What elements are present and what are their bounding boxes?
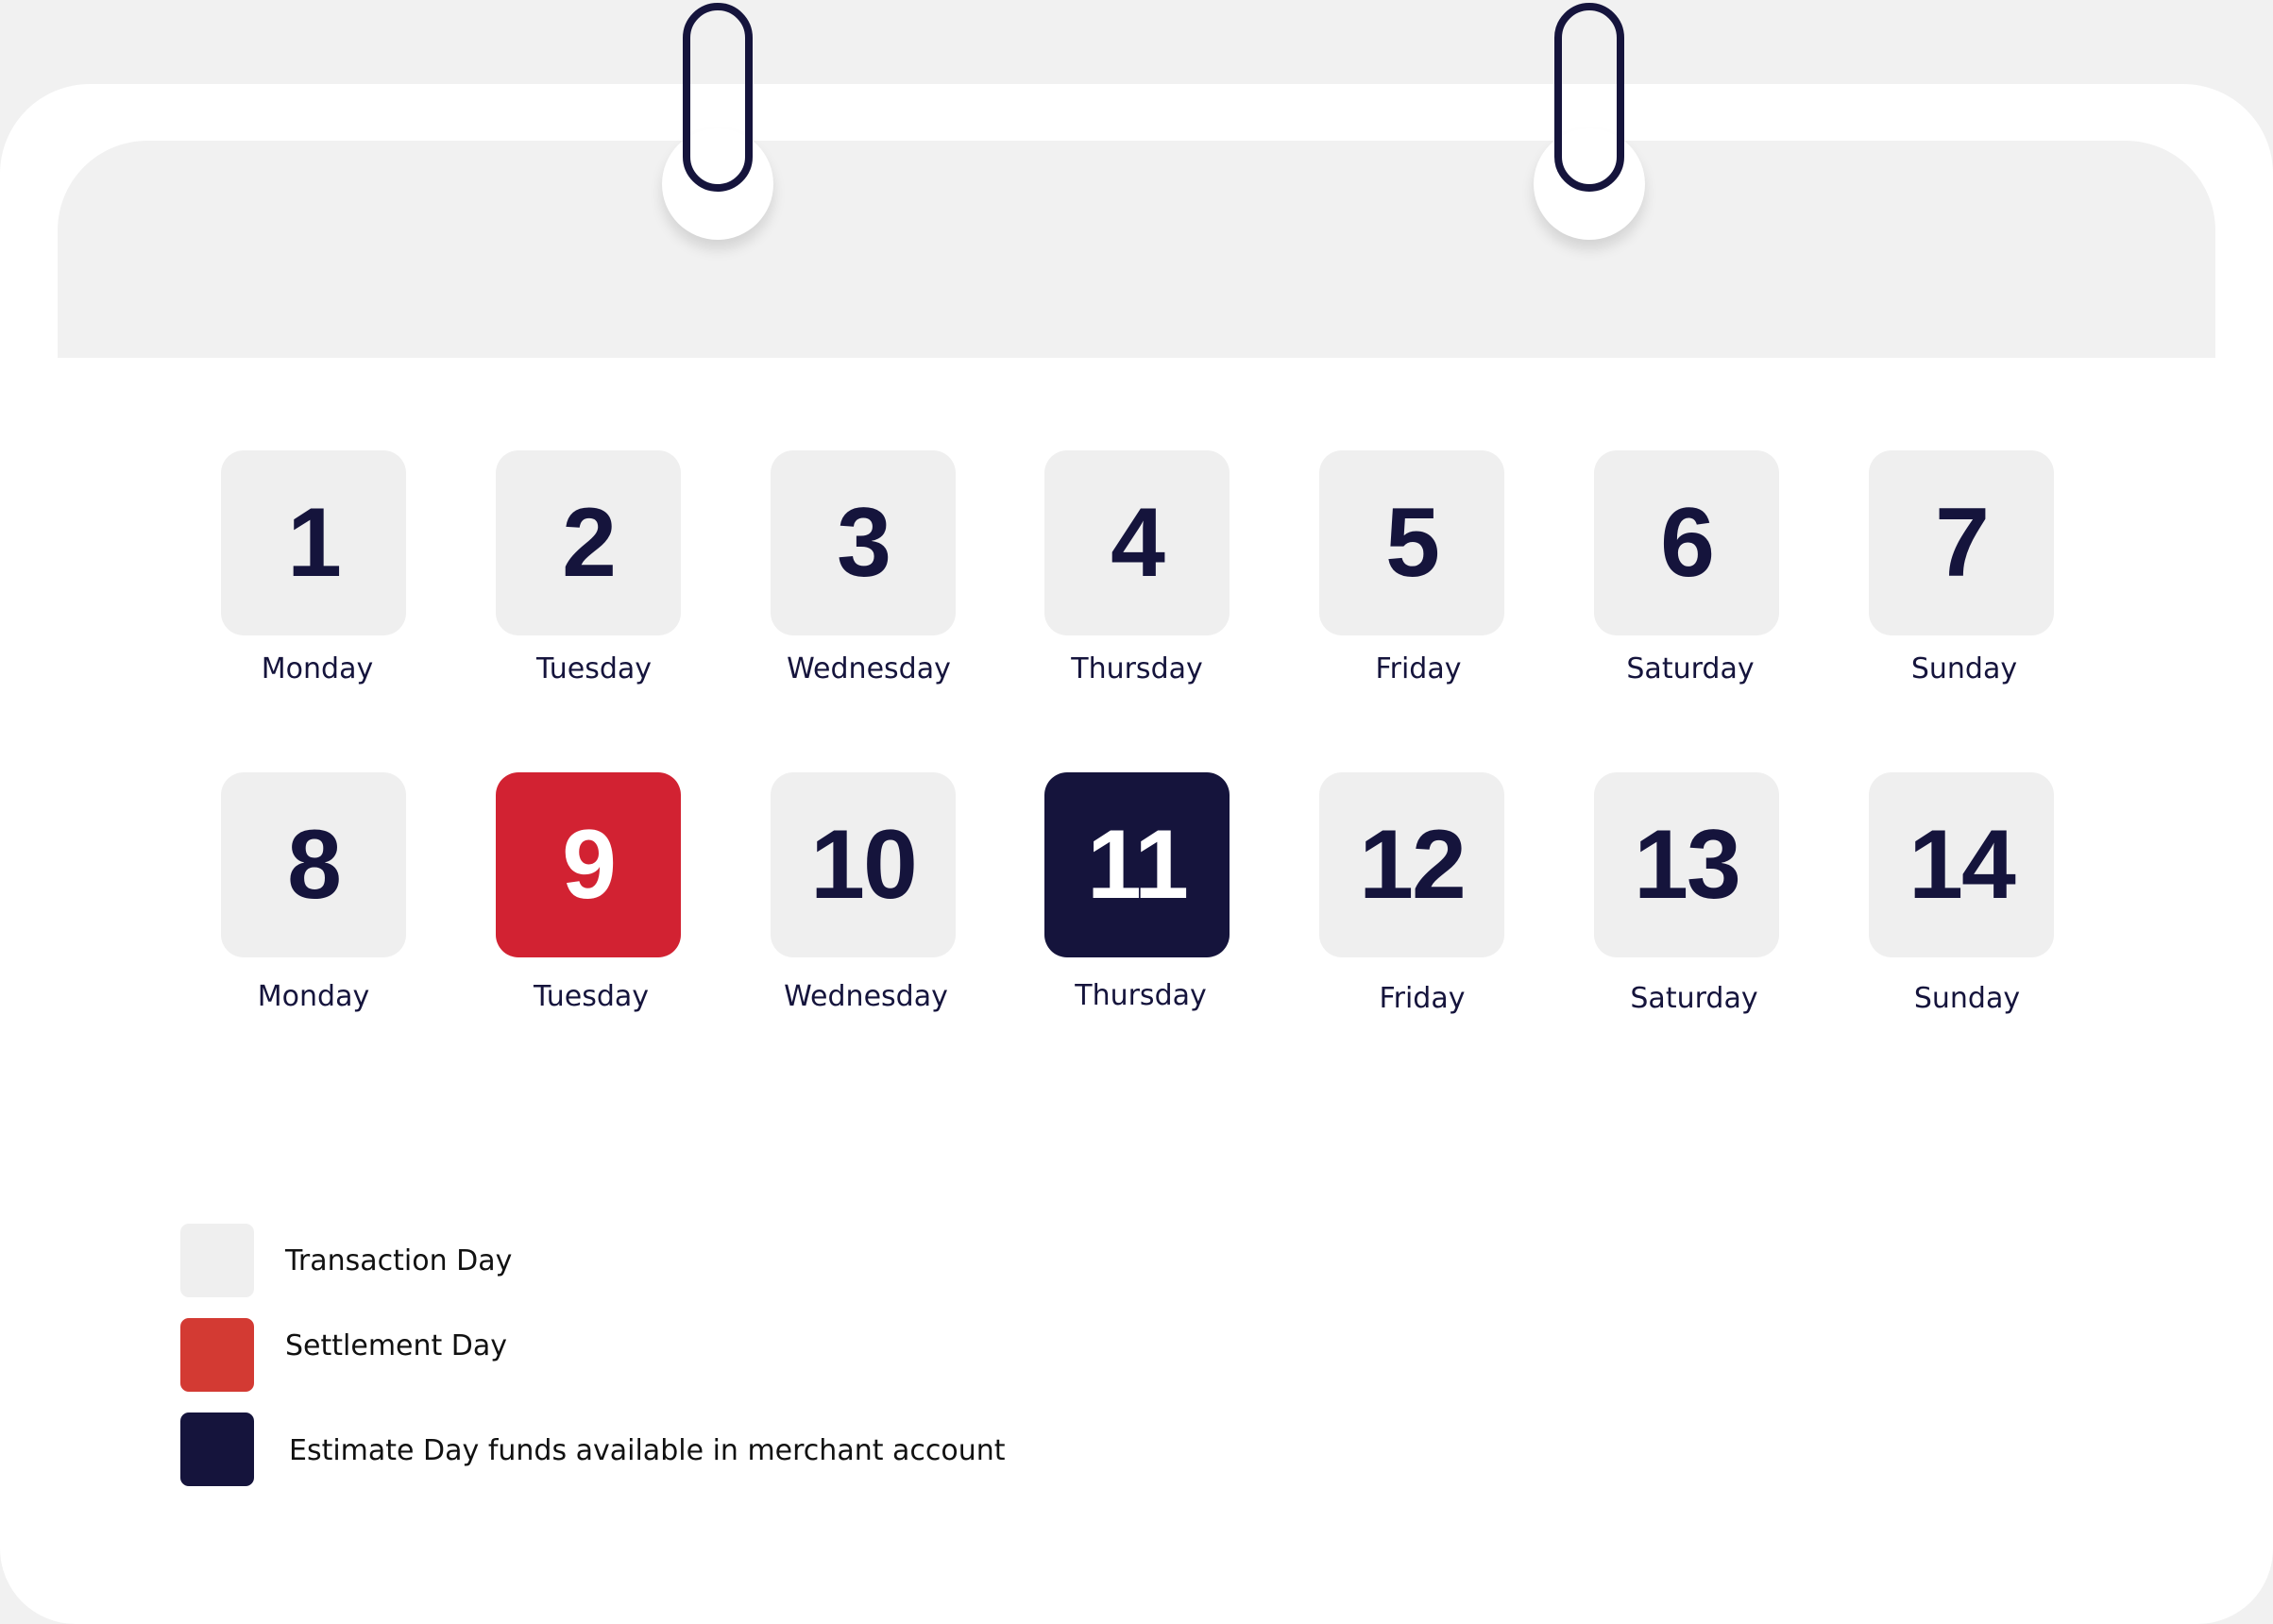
day-number: 8 <box>287 810 342 920</box>
day-label: Monday <box>257 980 370 1013</box>
day-label: Wednesday <box>784 980 948 1013</box>
day-label: Thursday <box>1071 652 1203 685</box>
day-number: 2 <box>562 488 617 598</box>
day-cell-12: 12 <box>1319 772 1504 957</box>
day-number: 4 <box>1111 488 1165 598</box>
day-cell-11: 11 <box>1044 772 1230 957</box>
legend-swatch-estimate <box>180 1413 254 1486</box>
legend-swatch-settlement <box>180 1318 254 1392</box>
day-label: Tuesday <box>535 652 653 685</box>
day-number: 7 <box>1935 488 1990 598</box>
day-number: 10 <box>810 810 918 920</box>
day-number: 13 <box>1634 810 1741 920</box>
day-label: Sunday <box>1910 652 2018 685</box>
day-cell-13: 13 <box>1594 772 1779 957</box>
day-cell-4: 4 <box>1044 450 1230 635</box>
day-number: 1 <box>287 488 342 598</box>
day-label: Thursday <box>1075 979 1207 1012</box>
legend-swatch-transaction <box>180 1224 254 1297</box>
day-cell-8: 8 <box>221 772 406 957</box>
calendar-header <box>58 141 2215 358</box>
day-cell-5: 5 <box>1319 450 1504 635</box>
day-cell-10: 10 <box>771 772 956 957</box>
day-number: 6 <box>1660 488 1715 598</box>
day-label: Tuesday <box>533 980 650 1013</box>
day-cell-6: 6 <box>1594 450 1779 635</box>
day-label: Saturday <box>1630 982 1758 1015</box>
day-cell-1: 1 <box>221 450 406 635</box>
legend-label-settlement: Settlement Day <box>285 1329 508 1362</box>
day-number: 12 <box>1359 810 1467 920</box>
day-label: Wednesday <box>787 652 951 685</box>
day-cell-7: 7 <box>1869 450 2054 635</box>
day-label: Sunday <box>1913 982 2021 1015</box>
day-cell-9: 9 <box>496 772 681 957</box>
day-label: Friday <box>1375 652 1462 685</box>
day-label: Monday <box>261 652 374 685</box>
day-number: 3 <box>837 488 891 598</box>
day-number: 11 <box>1087 810 1189 920</box>
legend-label-transaction: Transaction Day <box>285 1244 513 1277</box>
binder-ring-icon <box>1554 3 1624 192</box>
day-number: 9 <box>562 810 617 920</box>
day-cell-3: 3 <box>771 450 956 635</box>
day-number: 14 <box>1908 810 2016 920</box>
day-label: Saturday <box>1626 652 1755 685</box>
day-label: Friday <box>1379 982 1466 1015</box>
legend-label-estimate: Estimate Day funds available in merchant… <box>289 1434 1006 1467</box>
day-number: 5 <box>1385 488 1440 598</box>
binder-ring-icon <box>683 3 753 192</box>
day-cell-2: 2 <box>496 450 681 635</box>
day-cell-14: 14 <box>1869 772 2054 957</box>
